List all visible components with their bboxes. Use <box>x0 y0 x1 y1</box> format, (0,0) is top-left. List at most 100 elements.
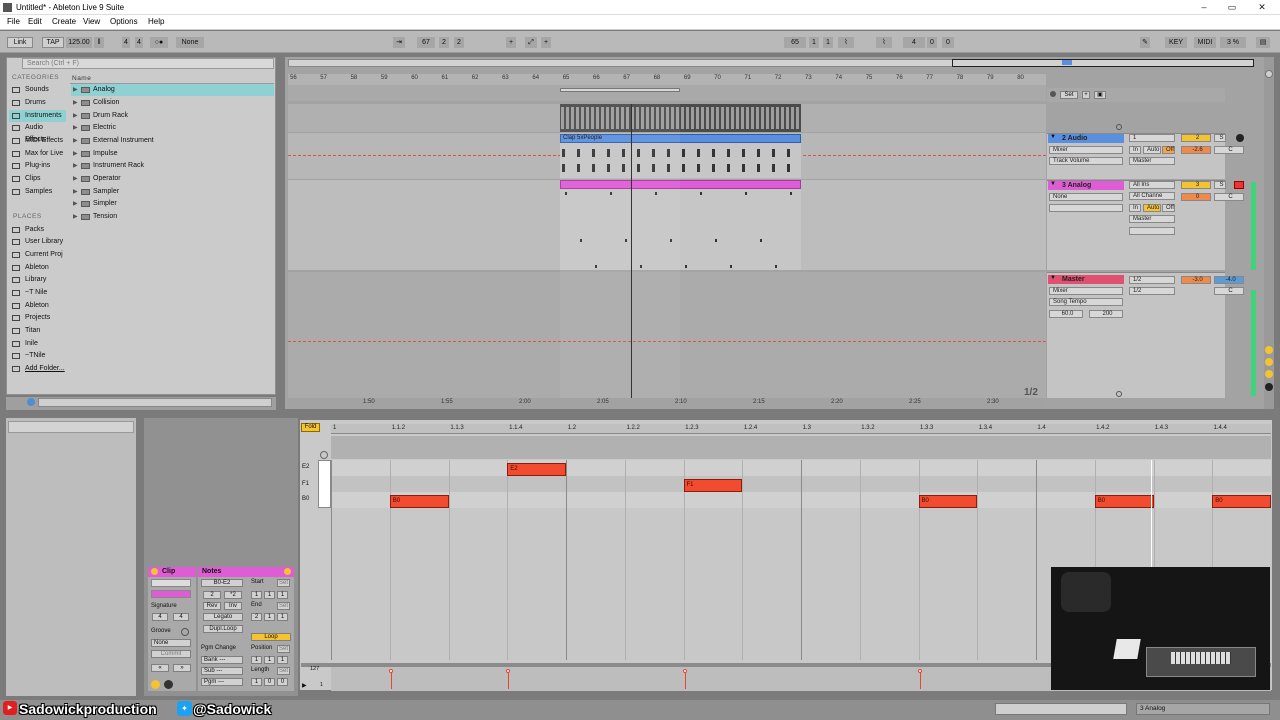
midi-note[interactable]: B0 <box>1212 495 1271 508</box>
show-notes-icon[interactable] <box>164 680 173 689</box>
category-drums[interactable]: Drums <box>9 97 66 109</box>
expand-icon[interactable]: ▶ <box>73 186 78 198</box>
menu-create[interactable]: Create <box>52 17 76 26</box>
monitor-auto-button[interactable]: Auto <box>1143 146 1161 154</box>
output-sub-select[interactable] <box>1129 227 1175 235</box>
browser-item[interactable]: ▶ Instrument Rack <box>71 160 274 172</box>
length-sixteenth[interactable]: 0 <box>277 678 288 686</box>
loop-length-sixteenth[interactable]: 0 <box>942 37 954 48</box>
double-length-button[interactable]: *2 <box>224 591 242 599</box>
add-locator-icon[interactable]: + <box>1082 91 1090 99</box>
length-set-button[interactable]: Set <box>277 667 290 675</box>
place-item[interactable]: Library <box>9 274 66 286</box>
mixer-toggle-icon[interactable] <box>1265 383 1273 391</box>
expand-icon[interactable]: ▶ <box>73 122 78 134</box>
menu-file[interactable]: File <box>7 17 20 26</box>
place-item[interactable]: User Library <box>9 236 66 248</box>
automation-device-select[interactable]: Mixer <box>1049 146 1123 154</box>
piano-keys[interactable] <box>318 460 331 508</box>
io-toggle-icon[interactable] <box>1265 346 1273 354</box>
browser-item[interactable]: ▶ External Instrument <box>71 135 274 147</box>
loop-start-bar[interactable]: 65 <box>784 37 806 48</box>
arm-button-icon[interactable] <box>1236 134 1244 142</box>
browser-item[interactable]: ▶ Collision <box>71 97 274 109</box>
place-item[interactable]: ~T Nile <box>9 287 66 299</box>
half-length-button[interactable]: 2 <box>203 591 221 599</box>
track-number-3[interactable]: 3 <box>1181 181 1211 189</box>
menu-view[interactable]: View <box>83 17 100 26</box>
sends-toggle-icon[interactable] <box>1265 358 1273 366</box>
expand-icon[interactable]: ▶ <box>73 160 78 172</box>
browser-item[interactable]: ▶ Tension <box>71 211 274 223</box>
audio-input-select[interactable]: 1 <box>1129 134 1175 142</box>
restore-button[interactable]: ▭ <box>1221 1 1243 13</box>
arrangement-scrollbar[interactable] <box>1264 57 1274 409</box>
note-range-field[interactable]: B0-E2 <box>201 579 243 587</box>
monitor-off-button[interactable]: Off <box>1162 204 1175 212</box>
clip-sig-num[interactable]: 4 <box>152 613 168 621</box>
end-set-button[interactable]: Set <box>277 602 290 610</box>
add-folder-link[interactable]: Add Folder... <box>9 363 66 375</box>
start-set-button[interactable]: Set <box>277 579 290 587</box>
key-map-button[interactable]: KEY <box>1165 37 1187 48</box>
position-sixteenth[interactable]: 2 <box>454 37 464 48</box>
position-set-button[interactable]: Set <box>277 645 290 653</box>
punch-out-icon[interactable]: ⌇ <box>876 37 892 48</box>
start-beat[interactable]: 1 <box>264 591 275 599</box>
locator-nav-icon[interactable]: ▣ <box>1094 91 1106 99</box>
track-name-master[interactable]: Master <box>1048 275 1124 284</box>
track-fold-icon[interactable]: ▼ <box>1050 134 1056 140</box>
place-item[interactable]: Ableton <box>9 262 66 274</box>
tap-button[interactable]: TAP <box>42 37 64 48</box>
solo-button[interactable]: S <box>1214 134 1226 142</box>
loop-length-beat[interactable]: 0 <box>927 37 937 48</box>
midi-note[interactable]: F1 <box>683 479 743 492</box>
tempo-max-field[interactable]: 200 <box>1089 310 1123 318</box>
fold-button[interactable]: Fold <box>301 423 320 432</box>
automation-param-select[interactable]: Song Tempo <box>1049 298 1123 306</box>
sig-denominator[interactable]: 4 <box>135 37 143 48</box>
preview-notes-icon[interactable] <box>320 451 328 459</box>
draw-mode-icon[interactable]: ✎ <box>1140 37 1150 48</box>
tempo-min-field[interactable]: 60.0 <box>1049 310 1083 318</box>
metronome-button[interactable]: ○● <box>150 37 168 48</box>
clip-name-field[interactable] <box>151 579 191 587</box>
position-beat[interactable]: 2 <box>439 37 449 48</box>
length-beat[interactable]: 0 <box>264 678 275 686</box>
audio-output-select[interactable]: Master <box>1129 215 1175 223</box>
length-bar[interactable]: 1 <box>251 678 262 686</box>
tempo-field[interactable]: 125.00 <box>66 37 92 48</box>
track-name-3-analog[interactable]: 3 Analog <box>1048 181 1124 190</box>
notes-box-toggle-icon[interactable] <box>284 568 291 575</box>
groove-hot-swap-icon[interactable] <box>181 628 189 636</box>
browser-item[interactable]: ▶ Sampler <box>71 186 274 198</box>
expand-icon[interactable]: ▶ <box>73 211 78 223</box>
clip-sig-den[interactable]: 4 <box>173 613 189 621</box>
monitor-in-button[interactable]: In <box>1129 146 1141 154</box>
velocity-handle[interactable] <box>682 669 687 673</box>
quantize-select[interactable]: None <box>176 37 204 48</box>
place-item[interactable]: Current Proj <box>9 249 66 261</box>
browser-item[interactable]: ▶ Electric <box>71 122 274 134</box>
midi-note[interactable]: B0 <box>918 495 978 508</box>
loop-brace[interactable] <box>560 88 680 92</box>
browser-item-analog[interactable]: ▶ Analog <box>71 84 274 96</box>
velocity-stem[interactable] <box>390 671 392 689</box>
category-instruments[interactable]: Instruments <box>9 110 66 122</box>
groove-select[interactable]: None <box>151 639 191 647</box>
expand-icon[interactable]: ▶ <box>73 97 78 109</box>
expand-icon[interactable]: ▶ <box>73 173 78 185</box>
audio-output-select[interactable]: Master <box>1129 157 1175 165</box>
master-out-select[interactable]: 1/2 <box>1129 287 1175 295</box>
expand-icon[interactable]: ▶ <box>73 135 78 147</box>
returns-toggle-icon[interactable] <box>1265 370 1273 378</box>
pan-field[interactable]: C <box>1214 193 1244 201</box>
velocity-handle[interactable] <box>506 669 511 673</box>
category-samples[interactable]: Samples <box>9 186 66 198</box>
velocity-handle[interactable] <box>388 669 393 673</box>
category-audio-effects[interactable]: Audio Effects <box>9 122 66 143</box>
expand-icon[interactable]: ▶ <box>73 84 78 96</box>
time-ruler[interactable]: 1:50 1:55 2:00 2:05 2:10 2:15 2:20 2:25 2:30 <box>288 398 1046 408</box>
beat-ruler[interactable]: 56 57 58 59 60 61 62 63 64 65 66 67 68 69 70 71 72 73 74 75… <box>288 74 1046 85</box>
track-unfold-icon[interactable] <box>1116 124 1122 130</box>
